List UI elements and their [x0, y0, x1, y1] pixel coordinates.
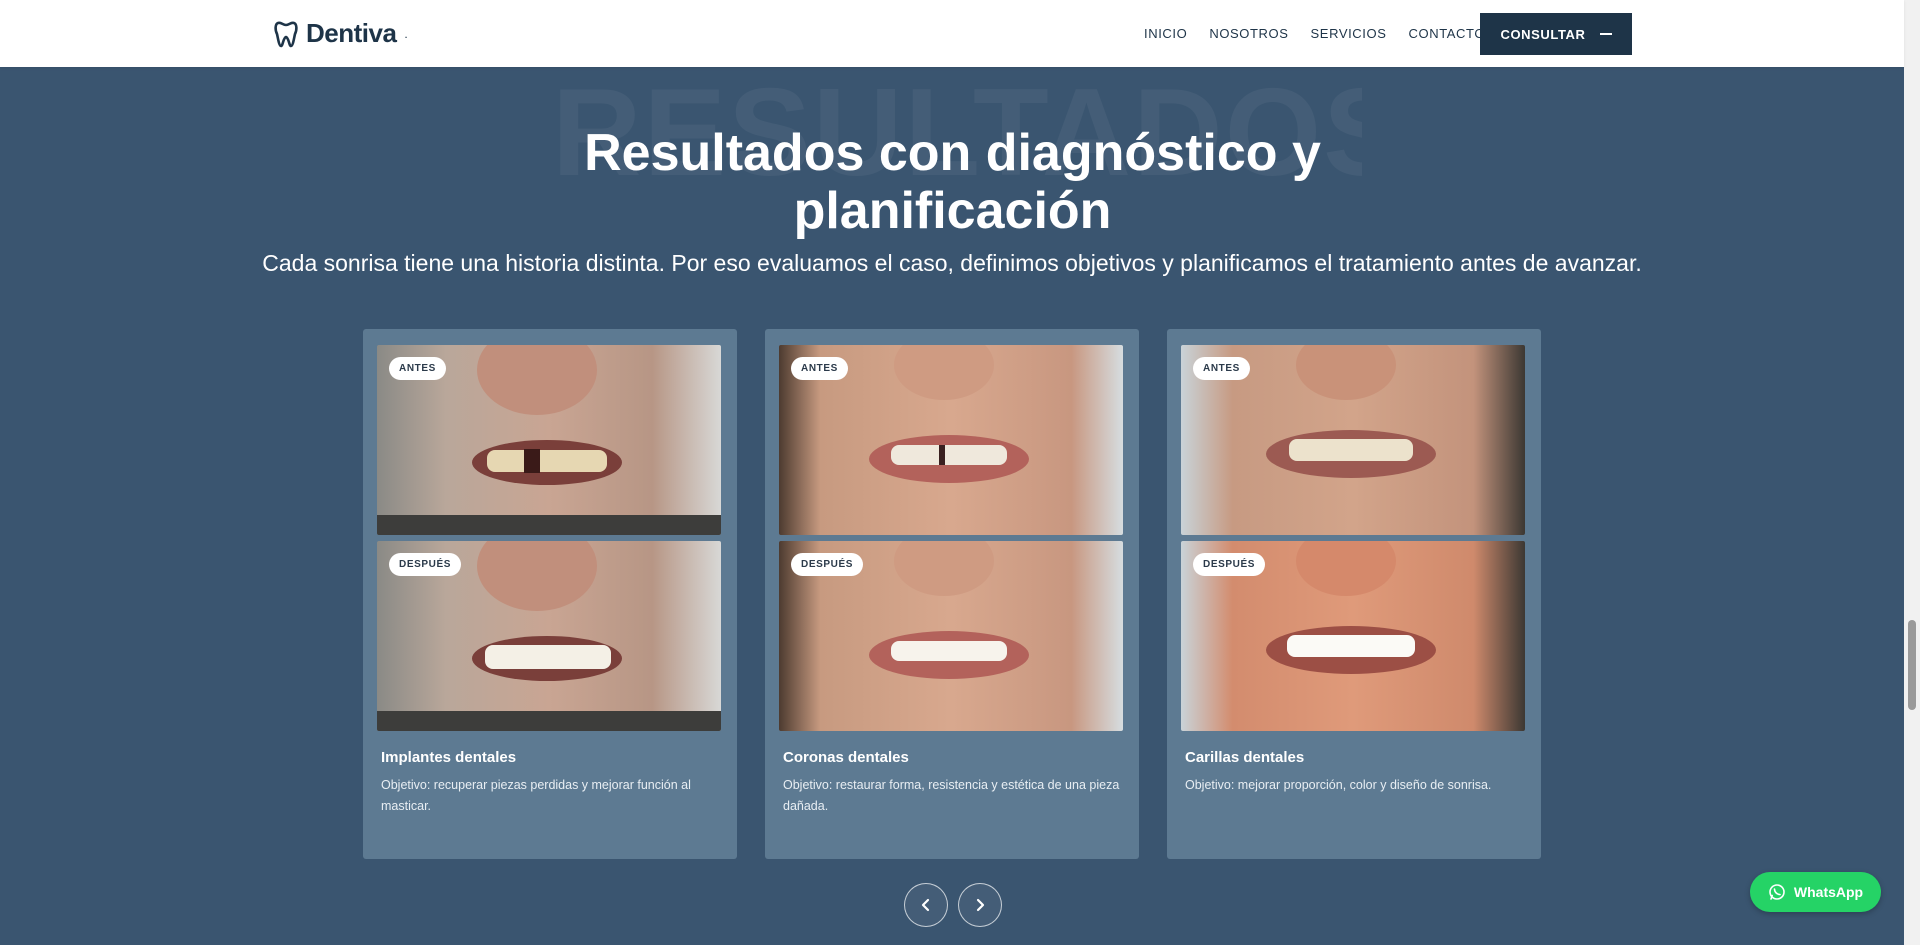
whatsapp-icon	[1769, 884, 1785, 900]
before-photo: ANTES	[1181, 345, 1525, 535]
carousel-next-button[interactable]	[958, 883, 1002, 927]
section-title: Resultados con diagnóstico y planificaci…	[584, 124, 1321, 240]
nav-link-contacto[interactable]: CONTACTO	[1409, 26, 1486, 41]
dash-icon	[1599, 33, 1612, 35]
case-title: Implantes dentales	[381, 749, 517, 766]
chevron-left-icon	[921, 898, 930, 912]
brand-dot: .	[404, 26, 408, 41]
navbar: Dentiva . INICIO NOSOTROS SERVICIOS CONT…	[0, 0, 1904, 67]
carousel-prev-button[interactable]	[904, 883, 948, 927]
case-title: Coronas dentales	[783, 749, 909, 766]
consultar-label: CONSULTAR	[1500, 26, 1586, 42]
brand-logo[interactable]: Dentiva .	[274, 18, 408, 49]
case-title: Carillas dentales	[1185, 749, 1305, 766]
before-photo: ANTES	[377, 345, 721, 535]
nav-link-servicios[interactable]: SERVICIOS	[1311, 26, 1387, 41]
after-badge: DESPUÉS	[1193, 553, 1265, 576]
section-subtitle: Cada sonrisa tiene una historia distinta…	[262, 250, 1642, 276]
case-description: Objetivo: recuperar piezas perdidas y me…	[381, 778, 691, 813]
consultar-button[interactable]: CONSULTAR	[1480, 13, 1632, 55]
chevron-right-icon	[976, 898, 985, 912]
after-badge: DESPUÉS	[791, 553, 863, 576]
before-badge: ANTES	[1193, 357, 1250, 380]
nav-link-inicio[interactable]: INICIO	[1144, 26, 1187, 41]
before-photo: ANTES	[779, 345, 1123, 535]
case-description: Objetivo: restaurar forma, resistencia y…	[783, 778, 1120, 813]
whatsapp-button[interactable]: WhatsApp	[1750, 872, 1881, 912]
main-nav: INICIO NOSOTROS SERVICIOS CONTACTO	[1144, 0, 1485, 67]
tooth-icon	[274, 21, 298, 47]
case-card-implantes: ANTES DESPUÉS Implantes dentales Objetiv…	[363, 329, 737, 859]
after-badge: DESPUÉS	[389, 553, 461, 576]
brand-name: Dentiva	[306, 18, 397, 48]
case-description: Objetivo: mejorar proporción, color y di…	[1185, 778, 1492, 792]
after-photo: DESPUÉS	[779, 541, 1123, 731]
case-card-coronas: ANTES DESPUÉS Coronas dentales Objetivo:…	[765, 329, 1139, 859]
before-badge: ANTES	[791, 357, 848, 380]
after-photo: DESPUÉS	[377, 541, 721, 731]
nav-link-nosotros[interactable]: NOSOTROS	[1209, 26, 1288, 41]
before-badge: ANTES	[389, 357, 446, 380]
scrollbar-thumb[interactable]	[1908, 620, 1916, 710]
after-photo: DESPUÉS	[1181, 541, 1525, 731]
page-scrollbar[interactable]	[1904, 0, 1920, 945]
case-card-carillas: ANTES DESPUÉS Carillas dentales Objetivo…	[1167, 329, 1541, 859]
whatsapp-label: WhatsApp	[1793, 884, 1864, 900]
